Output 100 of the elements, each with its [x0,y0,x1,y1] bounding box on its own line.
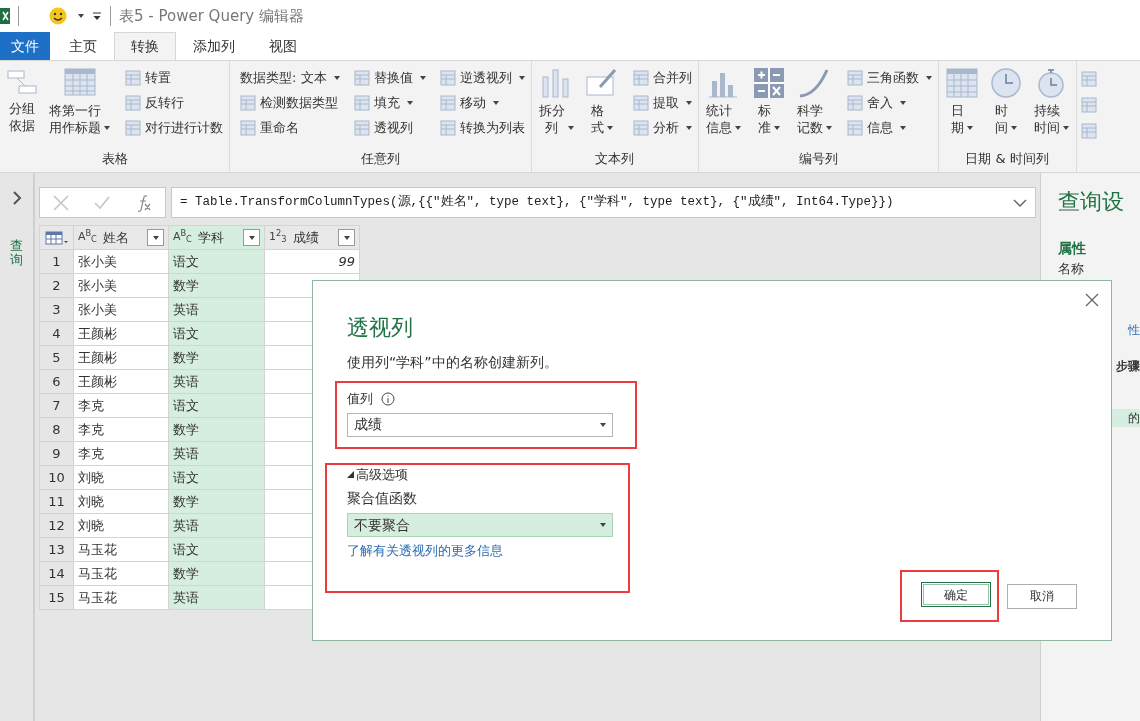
table-cell: 刘晓 [73,489,169,514]
ribbon-tab[interactable]: 主页 [52,32,114,60]
ribbon-button[interactable]: 对行进行计数 [123,117,225,139]
calendar-icon [945,67,978,99]
ribbon-button[interactable]: 标准 [749,65,788,149]
table-cell: 王颜彬 [73,369,169,394]
ribbon-tab[interactable]: 添加列 [176,32,252,60]
table-icon [63,67,96,99]
aggregate-function-dropdown[interactable]: 不要聚合 [347,513,613,537]
chevron-down-icon[interactable] [1013,197,1027,208]
pen-icon [585,67,618,99]
filter-button[interactable] [243,229,260,246]
row-number: 12 [39,513,74,538]
section-heading[interactable]: 属性 [1058,238,1140,259]
row-number: 4 [39,321,74,346]
filter-button[interactable] [147,229,164,246]
list-icon [1080,71,1097,87]
close-icon [1085,292,1099,307]
ribbon-button[interactable]: 替换值 [351,67,428,89]
clock-icon [989,67,1022,99]
ribbon-tab[interactable]: 转换 [114,32,176,60]
caret-icon [600,523,606,527]
ribbon-button[interactable]: 转置 [123,67,225,89]
name-label: 名称 [1058,260,1085,278]
list-icon [353,120,370,136]
list-icon [846,70,863,86]
ribbon-group-label: 文本列 [594,149,635,168]
expand-chevron-icon[interactable] [11,191,22,205]
advanced-options-toggle[interactable]: 高级选项 [347,464,408,484]
ribbon-button[interactable]: 移动 [437,92,527,114]
ribbon-button[interactable]: 提取 [630,92,694,114]
ok-button[interactable]: 确定 [921,582,991,607]
column-name: 姓名 [102,228,129,247]
ribbon-button[interactable]: 检测数据类型 [238,92,342,114]
list-icon [632,70,649,86]
smiley-icon[interactable] [49,7,67,25]
row-number: 10 [39,465,74,490]
ribbon-button[interactable]: 持续时间 [1030,65,1072,149]
ribbon-button[interactable]: 格式 [582,65,621,149]
file-tab[interactable]: 文件 [0,32,50,60]
ribbon-tab[interactable]: 视图 [252,32,314,60]
ribbon-button[interactable]: 拆分列 [535,65,577,149]
table-cell: 英语 [168,585,265,610]
customize-toolbar-icon[interactable] [92,11,102,21]
filter-button[interactable] [338,229,355,246]
ribbon-button[interactable]: 分析 [630,117,694,139]
row-number: 11 [39,489,74,514]
ribbon-button[interactable]: 重命名 [238,117,342,139]
list-icon [125,70,141,86]
table-cell: 马玉花 [73,537,169,562]
table-cell: 语文 [168,537,265,562]
table-cell: 张小美 [73,249,169,274]
queries-pane-label[interactable]: 查询 [10,239,23,268]
table-menu-icon[interactable] [44,230,69,247]
list-icon [125,95,141,111]
caret-icon [248,235,255,240]
field-label: 聚合值函数 [347,489,418,508]
curve-icon [798,67,830,99]
ribbon-button[interactable]: 统计信息 [702,65,744,149]
ribbon-button[interactable]: 反转行 [123,92,225,114]
ribbon-button[interactable]: 时间 [986,65,1025,149]
list-icon [240,95,256,111]
row-number: 15 [39,585,74,610]
ribbon-button[interactable]: 信息 [844,117,934,139]
table-cell: 李克 [73,441,169,466]
ribbon-button[interactable]: 逆透视列 [437,67,527,89]
ribbon-button[interactable]: 透视列 [351,117,428,139]
table-cell: 英语 [168,297,265,322]
cancel-button[interactable]: 取消 [1007,583,1077,609]
list-icon [353,70,370,86]
formula-field[interactable]: = Table.TransformColumnTypes(源,{{"姓名", type text}, {"学科", type text}, {"成绩", Int64.Type}}) [171,187,1036,218]
value-column-dropdown[interactable]: 成绩 [347,412,613,437]
ribbon-group-label: 编号列 [797,149,839,168]
ribbon-button[interactable]: 三角函数 [844,67,934,89]
field-label: 值列 [347,390,373,408]
table-cell: 英语 [168,369,265,394]
ribbon-button[interactable]: 数据类型: 文本 [238,67,342,89]
caret-icon [152,235,159,240]
ribbon-button[interactable]: 将第一行用作标题 [46,65,113,149]
list-icon [125,120,141,136]
ribbon-button[interactable]: 合并列 [630,67,694,89]
info-icon [381,391,395,406]
learn-more-link[interactable]: 了解有关透视列的更多信息 [347,541,503,561]
row-number: 1 [39,249,74,274]
caret-icon [600,422,606,427]
ribbon-button[interactable]: 舍入 [844,92,934,114]
table-cell: 数学 [168,489,265,514]
ribbon-button[interactable]: 分组依据 [4,65,40,149]
ribbon-button[interactable]: 填充 [351,92,428,114]
ribbon-group-label: 日期 & 时间列 [964,149,1050,168]
ribbon-button[interactable]: 日期 [942,65,981,149]
stopwatch-icon [1035,67,1067,99]
group-icon [7,67,37,97]
ribbon-button[interactable]: 转换为列表 [437,117,527,139]
caret-icon [343,235,350,240]
table-cell: 英语 [168,513,265,538]
ribbon-button[interactable]: 科学记数 [793,65,835,149]
table-cell: 李克 [73,393,169,418]
calculator-icon [752,67,785,99]
list-icon [1080,97,1097,113]
